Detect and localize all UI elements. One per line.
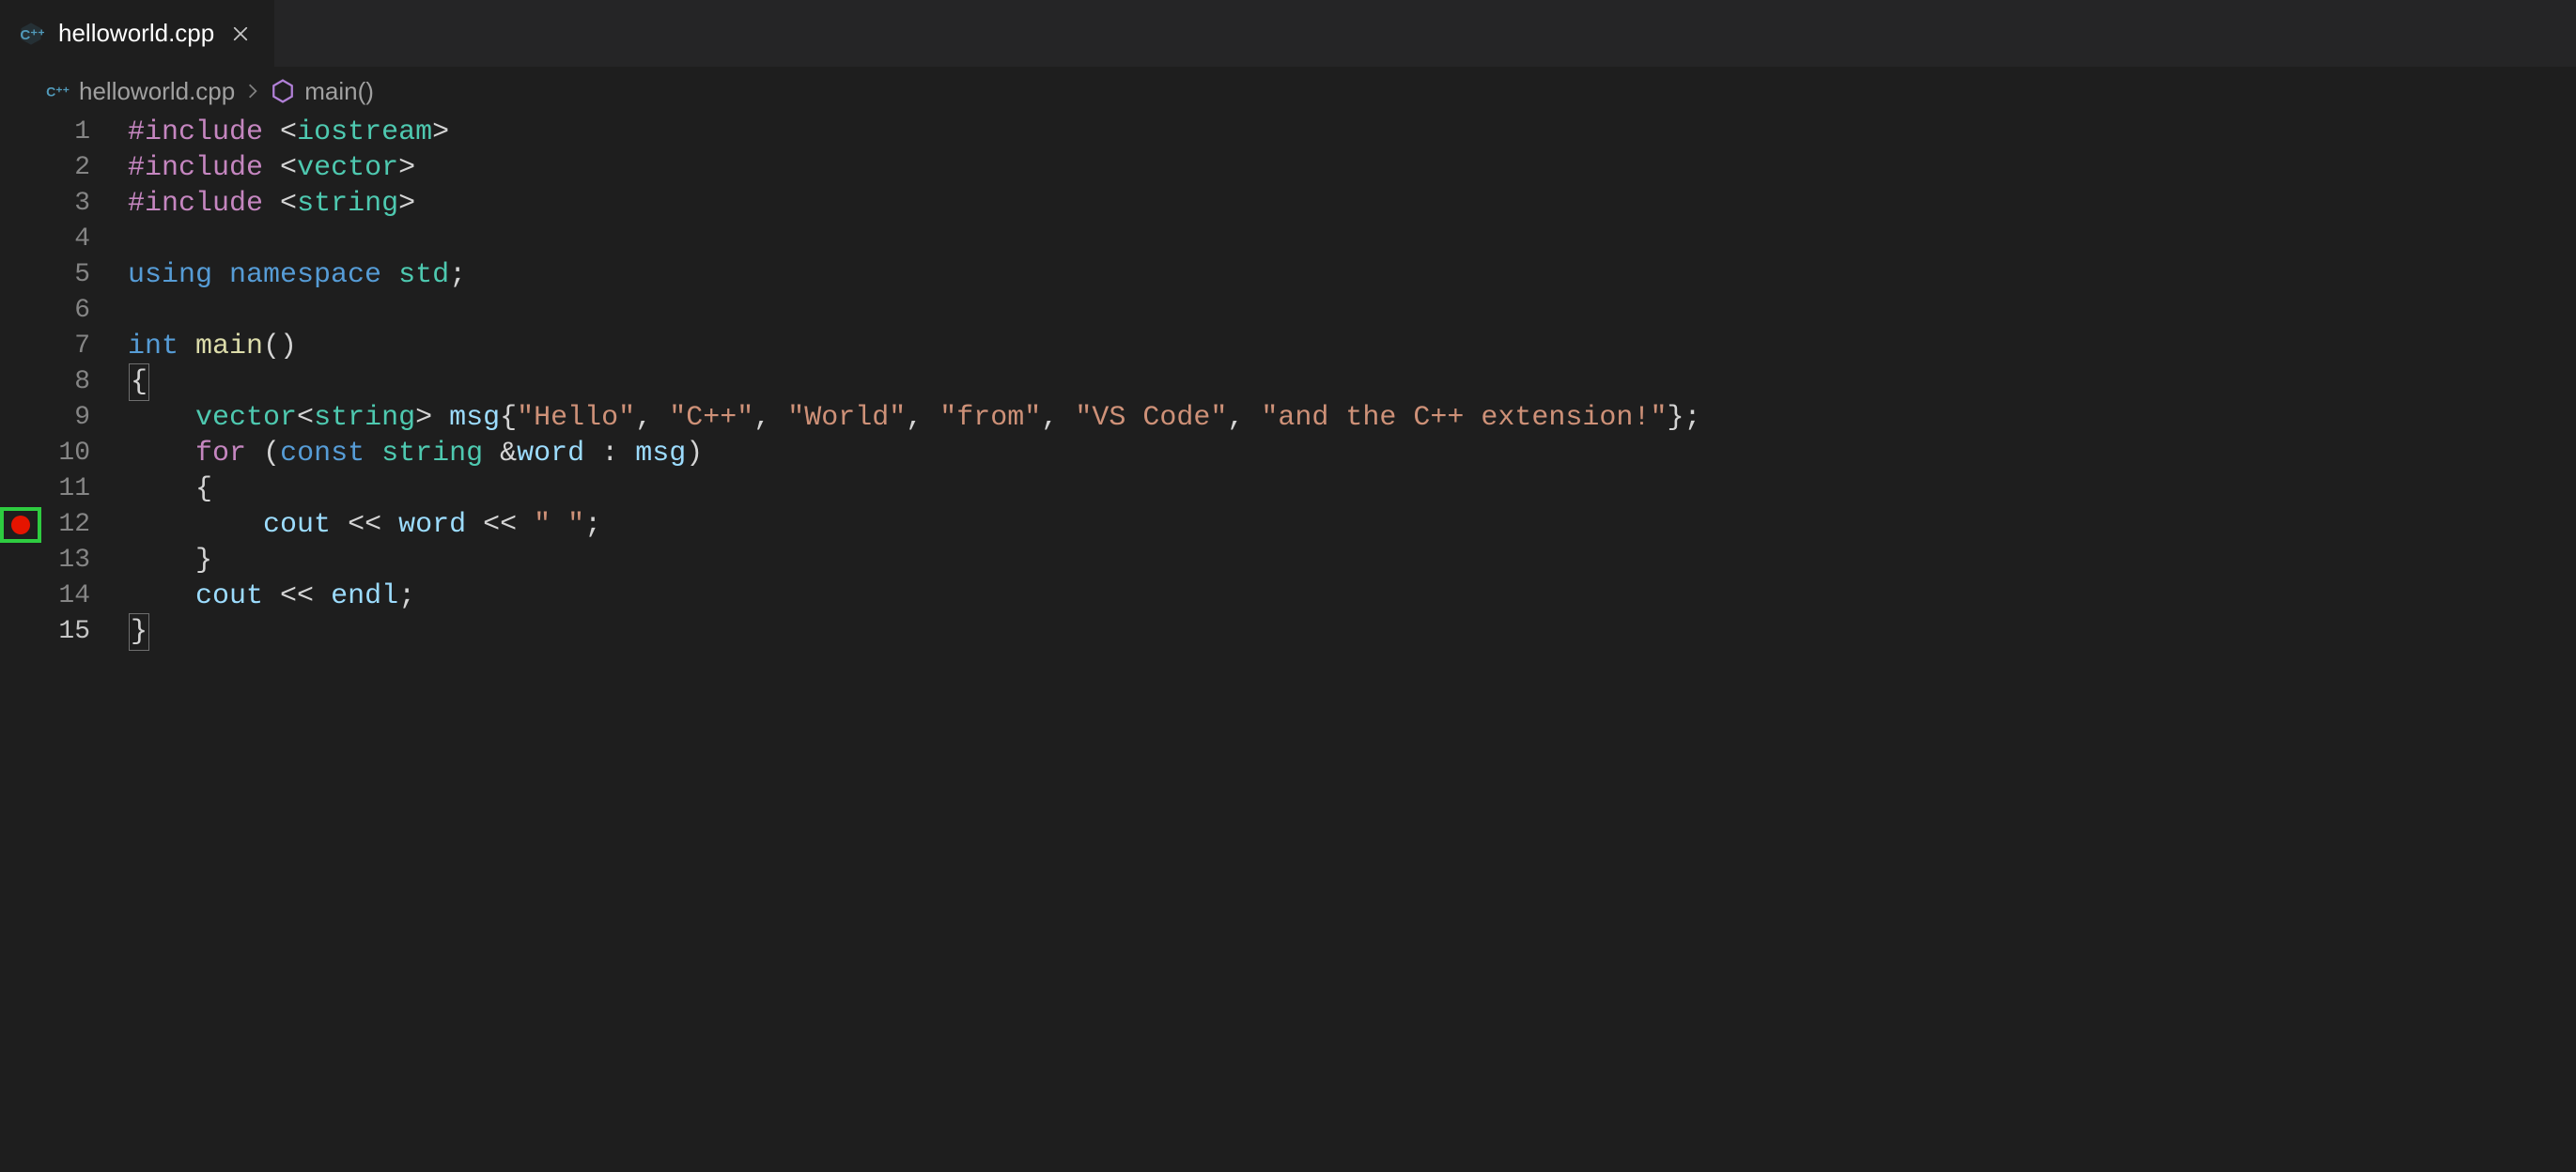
line-number: 9 — [41, 400, 96, 436]
code-line[interactable]: 1#include <iostream> — [0, 115, 2576, 150]
breakpoint-gutter[interactable] — [0, 222, 41, 257]
breadcrumb: C⁺⁺ helloworld.cpp main() — [0, 68, 2576, 115]
line-number: 2 — [41, 150, 96, 186]
line-number: 15 — [41, 614, 96, 650]
cpp-file-icon: C⁺⁺ — [45, 79, 70, 103]
code-content[interactable]: using namespace std; — [96, 257, 466, 293]
svg-text:C⁺⁺: C⁺⁺ — [46, 84, 70, 99]
code-content[interactable]: } — [96, 613, 150, 651]
line-number: 1 — [41, 115, 96, 150]
breakpoint-gutter[interactable] — [0, 400, 41, 436]
close-icon — [231, 24, 250, 43]
editor-window: C⁺⁺ helloworld.cpp C⁺⁺ helloworld.cpp — [0, 0, 2576, 1172]
breakpoint-icon[interactable] — [11, 516, 30, 534]
line-number: 14 — [41, 578, 96, 614]
breadcrumb-symbol-label: main() — [304, 77, 374, 106]
code-content[interactable]: cout << endl; — [96, 578, 415, 614]
line-number: 13 — [41, 543, 96, 578]
line-number: 7 — [41, 329, 96, 364]
breakpoint-gutter[interactable] — [0, 115, 41, 150]
code-line[interactable]: 2#include <vector> — [0, 150, 2576, 186]
code-content[interactable]: } — [96, 543, 212, 578]
code-line[interactable]: 12 cout << word << " "; — [0, 507, 2576, 543]
code-line[interactable]: 9 vector<string> msg{"Hello", "C++", "Wo… — [0, 400, 2576, 436]
code-line[interactable]: 15} — [0, 614, 2576, 650]
breakpoint-gutter[interactable] — [0, 186, 41, 222]
code-line[interactable]: 14 cout << endl; — [0, 578, 2576, 614]
code-line[interactable]: 5using namespace std; — [0, 257, 2576, 293]
code-content[interactable]: cout << word << " "; — [96, 507, 601, 543]
breakpoint-gutter[interactable] — [0, 364, 41, 400]
tab-helloworld-cpp[interactable]: C⁺⁺ helloworld.cpp — [0, 0, 275, 67]
line-number: 4 — [41, 222, 96, 257]
line-number: 10 — [41, 436, 96, 471]
line-number: 8 — [41, 364, 96, 400]
breakpoint-gutter[interactable] — [0, 257, 41, 293]
code-line[interactable]: 11 { — [0, 471, 2576, 507]
line-number: 12 — [41, 507, 96, 543]
line-number: 11 — [41, 471, 96, 507]
breakpoint-gutter[interactable] — [0, 614, 41, 650]
code-line[interactable]: 7int main() — [0, 329, 2576, 364]
chevron-right-icon — [244, 83, 261, 100]
breakpoint-gutter[interactable] — [0, 578, 41, 614]
tab-close-button[interactable] — [227, 21, 254, 47]
code-editor[interactable]: 1#include <iostream>2#include <vector>3#… — [0, 115, 2576, 1172]
breadcrumb-file-label: helloworld.cpp — [79, 77, 235, 106]
code-content[interactable]: vector<string> msg{"Hello", "C++", "Worl… — [96, 400, 1700, 436]
code-content[interactable]: { — [96, 471, 212, 507]
breakpoint-gutter[interactable] — [0, 150, 41, 186]
code-line[interactable]: 6 — [0, 293, 2576, 329]
breakpoint-gutter[interactable] — [0, 329, 41, 364]
line-number: 5 — [41, 257, 96, 293]
breakpoint-gutter[interactable] — [0, 507, 41, 543]
tab-filename: helloworld.cpp — [58, 19, 214, 48]
method-icon — [271, 79, 295, 103]
code-content[interactable]: for (const string &word : msg) — [96, 436, 703, 471]
breadcrumb-file[interactable]: C⁺⁺ helloworld.cpp — [45, 77, 235, 106]
breadcrumb-symbol[interactable]: main() — [271, 77, 374, 106]
code-line[interactable]: 3#include <string> — [0, 186, 2576, 222]
breakpoint-gutter[interactable] — [0, 293, 41, 329]
tab-bar: C⁺⁺ helloworld.cpp — [0, 0, 2576, 68]
code-content[interactable]: { — [96, 363, 150, 401]
line-number: 6 — [41, 293, 96, 329]
breakpoint-gutter[interactable] — [0, 543, 41, 578]
code-line[interactable]: 10 for (const string &word : msg) — [0, 436, 2576, 471]
cpp-file-icon: C⁺⁺ — [17, 20, 45, 48]
breakpoint-gutter[interactable] — [0, 471, 41, 507]
code-content[interactable]: int main() — [96, 329, 297, 364]
line-number: 3 — [41, 186, 96, 222]
code-content[interactable]: #include <string> — [96, 186, 415, 222]
code-content[interactable]: #include <iostream> — [96, 115, 449, 150]
breakpoint-gutter[interactable] — [0, 436, 41, 471]
code-line[interactable]: 8{ — [0, 364, 2576, 400]
svg-text:C⁺⁺: C⁺⁺ — [20, 26, 44, 42]
code-line[interactable]: 13 } — [0, 543, 2576, 578]
code-line[interactable]: 4 — [0, 222, 2576, 257]
code-content[interactable]: #include <vector> — [96, 150, 415, 186]
